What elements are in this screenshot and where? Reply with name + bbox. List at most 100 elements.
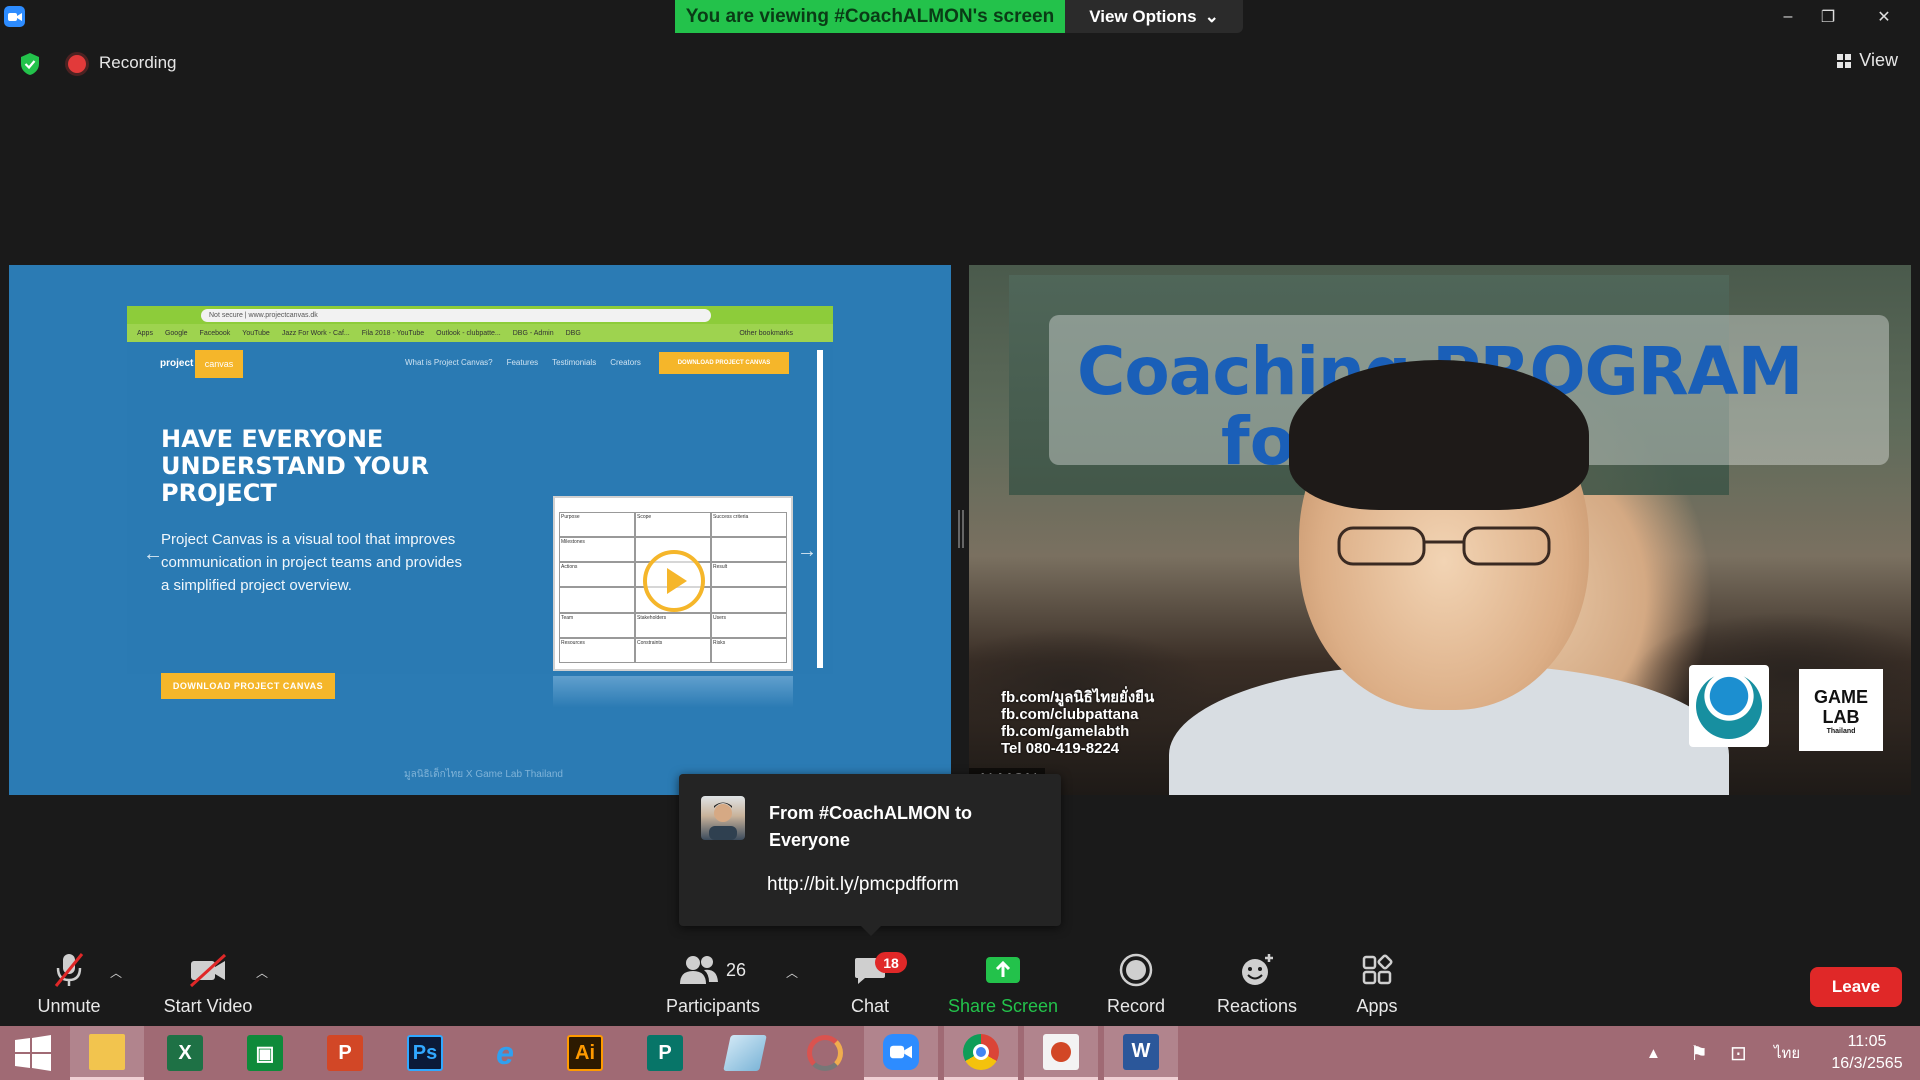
- participants-icon: [679, 956, 718, 984]
- participants-options-caret-icon[interactable]: ︿: [786, 964, 798, 981]
- windows-start-button[interactable]: [0, 1026, 66, 1080]
- chat-message-link[interactable]: http://bit.ly/pmcpdfform: [767, 874, 959, 896]
- reactions-button[interactable]: Reactions: [1212, 950, 1302, 1026]
- video-options-caret-icon[interactable]: ︿: [256, 964, 268, 981]
- unmute-button[interactable]: Unmute: [24, 950, 114, 1026]
- viewing-screen-banner: You are viewing #CoachALMON's screen: [675, 0, 1065, 33]
- site-logo-project: project: [160, 358, 194, 369]
- chat-notification-popup[interactable]: From #CoachALMON to Everyone http://bit.…: [679, 774, 1061, 936]
- photoscape-icon: [807, 1035, 843, 1071]
- hero-download-button: DOWNLOAD PROJECT CANVAS: [161, 673, 335, 699]
- bookmark-item: Jazz For Work - Caf...: [281, 329, 350, 337]
- view-options-label: View Options: [1089, 6, 1197, 26]
- taskbar-word[interactable]: W: [1104, 1026, 1178, 1080]
- shared-browser-window: Not secure | www.projectcanvas.dk Apps G…: [127, 306, 833, 708]
- bookmark-item: DBG: [565, 329, 581, 337]
- gallery-grid-icon: [1837, 53, 1852, 68]
- record-label: Record: [1106, 996, 1166, 1016]
- view-button[interactable]: View: [1837, 50, 1898, 71]
- canvas-cell: Milestones: [559, 537, 635, 563]
- bookmark-item: Apps: [137, 329, 153, 337]
- taskbar-clock[interactable]: 11:05 16/3/2565: [1820, 1031, 1914, 1075]
- taskbar-file-explorer[interactable]: [70, 1026, 144, 1080]
- canvas-cell: [711, 587, 787, 613]
- speaker-video-panel[interactable]: Coaching PROGRAM for urer fb.com/มูลนิธิ…: [969, 265, 1911, 795]
- zoom-app-icon: [4, 6, 25, 27]
- canvas-cell: Success criteria: [711, 512, 787, 538]
- taskbar-excel[interactable]: X: [148, 1026, 222, 1080]
- taskbar-illustrator[interactable]: Ai: [548, 1026, 622, 1080]
- apps-label: Apps: [1356, 996, 1398, 1016]
- shared-screen-panel[interactable]: Not secure | www.projectcanvas.dk Apps G…: [9, 265, 951, 795]
- record-button[interactable]: Record: [1096, 950, 1176, 1026]
- panel-splitter-handle[interactable]: [958, 510, 964, 548]
- taskbar-photoshop[interactable]: Ps: [388, 1026, 462, 1080]
- restore-icon: ❐: [1820, 8, 1836, 26]
- chat-button[interactable]: 18 Chat: [830, 950, 910, 1026]
- taskbar-powerpoint[interactable]: P: [308, 1026, 382, 1080]
- encryption-shield-icon[interactable]: [19, 52, 41, 76]
- canvas-cell: [711, 537, 787, 563]
- taskbar-chrome[interactable]: [944, 1026, 1018, 1080]
- word-icon: W: [1123, 1033, 1159, 1070]
- site-nav-link: What is Project Canvas?: [405, 358, 493, 367]
- restore-button[interactable]: ❐: [1806, 0, 1850, 33]
- network-icon[interactable]: ⊡: [1730, 1026, 1747, 1080]
- taskbar-store[interactable]: ▣: [228, 1026, 302, 1080]
- reactions-label: Reactions: [1216, 996, 1298, 1016]
- photoshop-icon: Ps: [407, 1035, 443, 1071]
- browser-address: Not secure | www.projectcanvas.dk: [201, 308, 711, 322]
- taskbar-photoscape[interactable]: [788, 1026, 862, 1080]
- muted-microphone-icon: [54, 953, 84, 987]
- share-screen-icon: [986, 957, 1020, 983]
- foundation-logo: [1689, 665, 1769, 747]
- taskbar-office[interactable]: [1024, 1026, 1098, 1080]
- taskbar-internet-explorer[interactable]: e: [468, 1026, 542, 1080]
- audio-options-caret-icon[interactable]: ︿: [110, 964, 122, 981]
- hero-title: HAVE EVERYONE UNDERSTAND YOUR PROJECT: [161, 425, 429, 507]
- internet-explorer-icon: e: [496, 1034, 514, 1071]
- taskbar-notepad[interactable]: [708, 1026, 782, 1080]
- browser-bookmarks-bar: Apps Google Facebook YouTube Jazz For Wo…: [127, 324, 833, 342]
- contact-info: fb.com/มูลนิธิไทยยั่งยืน fb.com/clubpatt…: [1001, 689, 1154, 757]
- record-icon: [1119, 953, 1153, 987]
- canvas-cell: Actions: [559, 562, 635, 588]
- action-center-flag-icon[interactable]: ⚑: [1690, 1026, 1708, 1080]
- illustrator-icon: Ai: [567, 1035, 603, 1071]
- project-canvas-preview: Purpose Scope Success criteria Milestone…: [553, 496, 793, 671]
- arrow-right-icon: →: [797, 540, 817, 562]
- bookmark-item: YouTube: [242, 329, 270, 337]
- minimize-button[interactable]: –: [1766, 0, 1810, 33]
- share-screen-button[interactable]: Share Screen: [942, 950, 1064, 1026]
- start-video-label: Start Video: [163, 996, 253, 1016]
- folder-icon: [89, 1033, 125, 1070]
- store-bag-icon: ▣: [247, 1035, 283, 1071]
- participants-label: Participants: [665, 996, 761, 1016]
- view-options-button[interactable]: View Options ⌄: [1065, 0, 1243, 33]
- start-video-button[interactable]: Start Video: [150, 950, 266, 1026]
- unmute-label: Unmute: [37, 996, 101, 1016]
- bookmark-item: Google: [164, 329, 188, 337]
- zoom-icon: [883, 1033, 919, 1070]
- view-label: View: [1859, 50, 1898, 70]
- taskbar-zoom[interactable]: [864, 1026, 938, 1080]
- canvas-cell: Scope: [635, 512, 711, 538]
- taskbar-publisher[interactable]: P: [628, 1026, 702, 1080]
- language-indicator[interactable]: ไทย: [1774, 1026, 1800, 1080]
- participants-button[interactable]: 26 Participants: [658, 950, 768, 1026]
- contact-line: Tel 080-419-8224: [1001, 740, 1120, 757]
- site-nav-link: Testimonials: [552, 358, 597, 367]
- tray-overflow-icon[interactable]: ▲: [1646, 1026, 1661, 1080]
- bookmark-item: Fila 2018 - YouTube: [361, 329, 425, 337]
- leave-button[interactable]: Leave: [1810, 967, 1902, 1007]
- chat-unread-badge: 18: [875, 952, 907, 973]
- bookmark-item: Facebook: [199, 329, 231, 337]
- window-titlebar: You are viewing #CoachALMON's screen Vie…: [0, 0, 1920, 33]
- avatar: [701, 796, 745, 840]
- bookmark-item: Outlook - clubpatte...: [436, 329, 501, 337]
- canvas-cell: [559, 587, 635, 613]
- apps-button[interactable]: Apps: [1346, 950, 1408, 1026]
- share-screen-label: Share Screen: [947, 996, 1059, 1016]
- close-button[interactable]: ✕: [1862, 0, 1906, 33]
- close-icon: ✕: [1877, 8, 1891, 26]
